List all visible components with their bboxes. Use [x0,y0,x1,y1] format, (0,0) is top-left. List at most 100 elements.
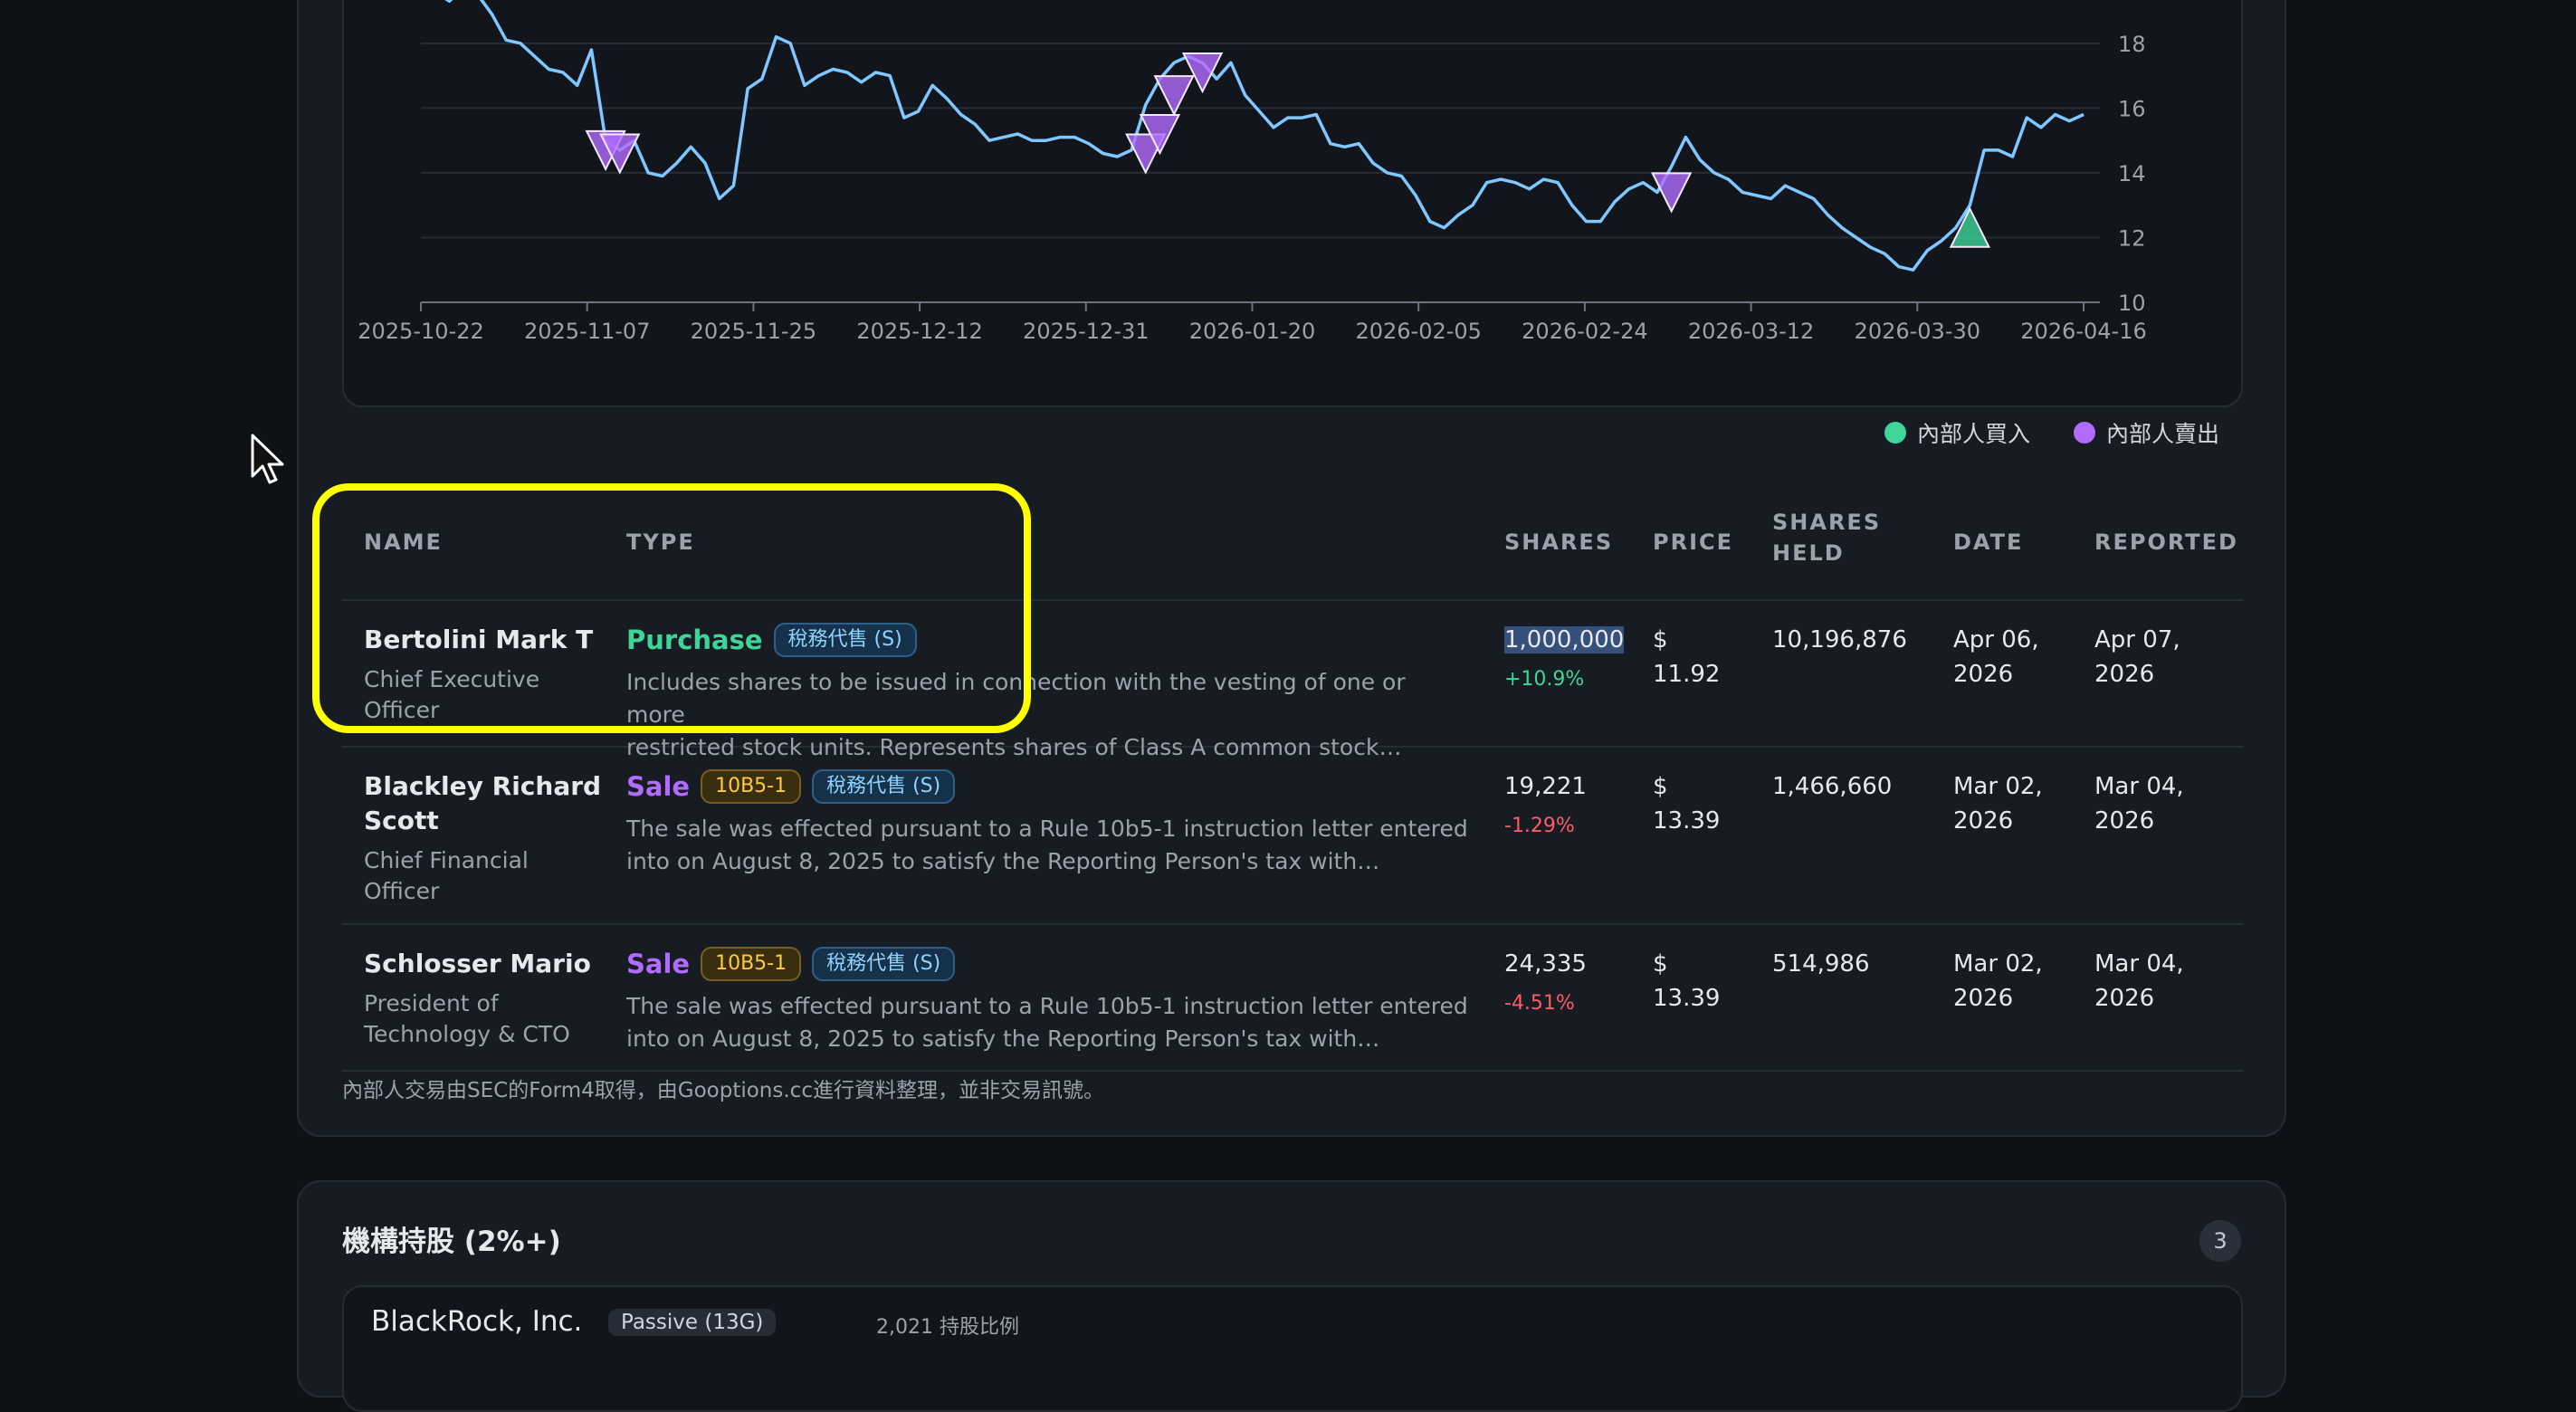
header-name[interactable]: NAME [364,527,443,558]
x-tick-label: 2025-11-25 [691,319,816,344]
legend-sell-dot [2073,422,2095,444]
price-cell: $ 11.92 [1653,623,1720,692]
y-tick-label: 12 [2118,225,2146,251]
legend-buy-dot [1884,422,1906,444]
insider-trading-card: 2018161412102025-10-222025-11-072025-11-… [297,0,2286,1137]
reported-line: 2026 [2094,661,2155,688]
date-line: 2026 [1953,807,2014,835]
y-tick-label: 10 [2118,291,2146,316]
type-label: Sale [626,771,691,802]
insider-table: NAME TYPE SHARES PRICE SHARES HELD DATE … [342,489,2243,1072]
price-value: 11.92 [1653,661,1721,688]
shares-value[interactable]: 1,000,000 [1504,623,1625,657]
x-tick-label: 2025-12-31 [1023,319,1149,344]
mouse-cursor-icon [251,434,284,484]
currency-symbol: $ [1653,626,1668,654]
insider-name-cell: Blackley Richard Scott Chief Financial O… [364,769,601,907]
held-cell: 10,196,876 [1772,626,1907,654]
insider-name[interactable]: Blackley Richard Scott [364,769,601,838]
institution-item[interactable]: BlackRock, Inc. Passive (13G) 2,021 持股比例 [342,1285,2243,1412]
desc-line: The sale was effected pursuant to a Rule… [626,816,1468,842]
reported-line: Mar 04, [2094,950,2184,978]
price-value: 13.39 [1653,985,1721,1012]
header-held-line1: SHARES [1772,510,1882,535]
legend-sell[interactable]: 內部人賣出 [2073,416,2219,449]
header-type[interactable]: TYPE [626,527,695,558]
role-line: Technology & CTO [364,1021,570,1047]
y-tick-label: 18 [2118,32,2146,57]
x-tick-label: 2026-01-20 [1189,319,1315,344]
header-shares[interactable]: SHARES [1504,527,1613,558]
legend-buy[interactable]: 內部人買入 [1884,416,2030,449]
institution-name[interactable]: BlackRock, Inc. [371,1305,582,1338]
price-cell: $ 13.39 [1653,769,1720,838]
x-tick-label: 2025-10-22 [358,319,483,344]
x-tick-label: 2026-04-16 [2020,319,2146,344]
x-tick-label: 2025-12-12 [856,319,982,344]
date-line: Mar 02, [1953,773,2043,800]
insider-role: President of Technology & CTO [364,988,591,1050]
x-tick-label: 2025-11-07 [524,319,650,344]
shares-change: +10.9% [1504,668,1585,691]
tax-badge: 稅務代售 (S) [773,623,917,657]
chart-legend: 內部人買入 內部人賣出 [1884,416,2219,449]
transaction-description: The sale was effected pursuant to a Rule… [626,990,1468,1055]
table-row[interactable]: Bertolini Mark T Chief Executive Officer… [342,601,2243,760]
reported-line: Apr 07, [2094,626,2180,654]
header-shares-held[interactable]: SHARES HELD [1772,507,1881,568]
legend-sell-label: 內部人賣出 [2105,421,2219,447]
x-tick-label: 2026-02-05 [1355,319,1481,344]
x-tick-label: 2026-02-24 [1522,319,1647,344]
plan-badge: 10B5-1 [701,769,802,804]
insider-name[interactable]: Bertolini Mark T [364,623,593,657]
x-tick-label: 2026-03-12 [1688,319,1814,344]
held-cell: 1,466,660 [1772,773,1893,800]
held-cell: 514,986 [1772,950,1870,978]
date-line: 2026 [1953,661,2014,688]
currency-symbol: $ [1653,950,1668,978]
insider-role: Chief Financial Officer [364,845,601,907]
type-cell: Sale 10B5-1 稅務代售 (S) The sale was effect… [626,947,1468,1055]
header-reported[interactable]: REPORTED [2094,527,2238,558]
insider-name[interactable]: Schlosser Mario [364,947,591,981]
price-cell: $ 13.39 [1653,947,1720,1016]
shares-value: 19,221 [1504,773,1587,800]
name-line: Blackley Richard [364,771,602,801]
institutions-count-badge: 3 [2199,1220,2241,1262]
shares-value: 24,335 [1504,950,1587,978]
reported-line: 2026 [2094,807,2155,835]
role-line: Chief Executive [364,666,540,692]
role-line: Chief Financial [364,847,529,873]
table-header: NAME TYPE SHARES PRICE SHARES HELD DATE … [342,489,2243,601]
shares-cell: 24,335 -4.51% [1504,947,1587,1021]
header-date[interactable]: DATE [1953,527,2023,558]
shares-cell: 19,221 -1.29% [1504,769,1587,844]
table-row[interactable]: Blackley Richard Scott Chief Financial O… [342,748,2243,925]
desc-line: into on August 8, 2025 to satisfy the Re… [626,848,1380,874]
type-label: Purchase [626,625,763,655]
role-line: Officer [364,697,440,723]
date-line: Apr 06, [1953,626,2039,654]
date-cell: Mar 02, 2026 [1953,769,2043,838]
header-held-line2: HELD [1772,540,1845,566]
price-value: 13.39 [1653,807,1721,835]
transaction-description: The sale was effected pursuant to a Rule… [626,813,1468,878]
shares-change: -4.51% [1504,992,1575,1015]
reported-cell: Apr 07, 2026 [2094,623,2180,692]
type-label: Sale [626,949,691,979]
date-line: Mar 02, [1953,950,2043,978]
legend-buy-label: 內部人買入 [1916,421,2030,447]
reported-cell: Mar 04, 2026 [2094,769,2184,838]
type-line: Sale 10B5-1 稅務代售 (S) [626,769,1468,804]
header-price[interactable]: PRICE [1653,527,1733,558]
institution-meta: 2,021 持股比例 [876,1316,1019,1339]
desc-line: Includes shares to be issued in connecti… [626,669,1406,728]
y-tick-label: 16 [2118,96,2146,121]
tax-badge: 稅務代售 (S) [812,769,956,804]
type-line: Purchase 稅務代售 (S) [626,623,1468,657]
role-line: President of [364,990,499,1016]
y-tick-label: 14 [2118,161,2146,186]
table-row[interactable]: Schlosser Mario President of Technology … [342,925,2243,1072]
insider-name-cell: Bertolini Mark T Chief Executive Officer [364,623,593,726]
role-line: Officer [364,878,440,904]
